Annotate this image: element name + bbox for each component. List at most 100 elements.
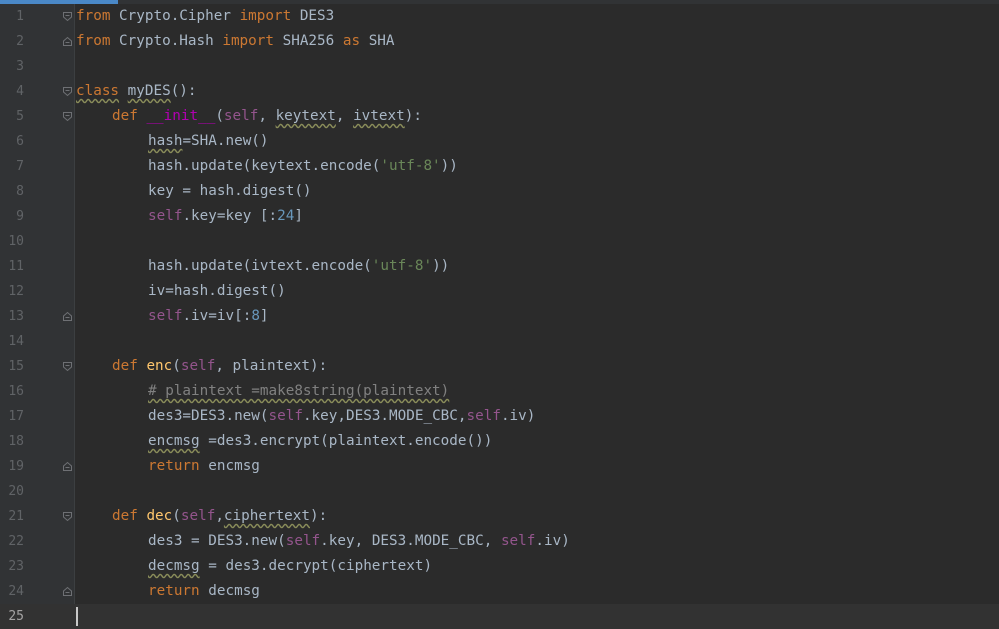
- code-token: 8: [251, 308, 260, 324]
- code-token: self: [148, 308, 183, 324]
- code-text[interactable]: encmsg =des3.encrypt(plaintext.encode()): [148, 429, 492, 454]
- code-line[interactable]: 12 iv=hash.digest(): [0, 279, 999, 304]
- code-token: [:: [259, 208, 278, 224]
- code-token: .iv): [535, 533, 570, 549]
- code-token: ,: [258, 108, 276, 124]
- code-text[interactable]: class myDES():: [76, 79, 197, 104]
- line-number: 7: [16, 159, 24, 174]
- code-token: 'utf-8': [371, 258, 433, 274]
- code-line[interactable]: 11 hash.update(ivtext.encode('utf-8')): [0, 254, 999, 279]
- code-text[interactable]: def enc(self, plaintext):: [112, 354, 327, 379]
- line-number: 4: [16, 84, 24, 99]
- line-number: 24: [8, 584, 24, 599]
- code-token: # plaintext =make8string(plaintext): [148, 383, 450, 399]
- code-token: 'utf-8': [380, 158, 441, 174]
- code-token: self: [268, 408, 303, 424]
- code-text[interactable]: def dec(self,ciphertext):: [112, 504, 327, 529]
- code-token: des3 = DES3.new(: [148, 533, 286, 549]
- code-token: import: [239, 8, 292, 24]
- code-line[interactable]: 24 return decmsg: [0, 579, 999, 604]
- fold-end-icon[interactable]: [62, 36, 73, 47]
- line-number: 9: [16, 209, 24, 224]
- code-token: des3=DES3.new(: [148, 408, 269, 424]
- code-token: hash.update(keytext.encode(: [148, 158, 381, 174]
- code-token: class: [76, 83, 120, 99]
- code-token: ciphertext: [223, 508, 310, 524]
- code-token: .iv=iv[:: [182, 308, 252, 324]
- code-line[interactable]: 22 des3 = DES3.new(self.key, DES3.MODE_CB…: [0, 529, 999, 554]
- fold-start-icon[interactable]: [62, 11, 73, 22]
- code-token: ]: [259, 308, 269, 324]
- code-text[interactable]: key = hash.digest(): [148, 179, 312, 204]
- fold-end-icon[interactable]: [62, 586, 73, 597]
- code-line[interactable]: 20: [0, 479, 999, 504]
- code-line[interactable]: 10: [0, 229, 999, 254]
- line-number: 1: [16, 9, 24, 24]
- code-text[interactable]: hash.update(ivtext.encode('utf-8')): [148, 254, 449, 279]
- code-text[interactable]: hash=SHA.new(): [148, 129, 269, 154]
- fold-end-icon[interactable]: [62, 311, 73, 322]
- code-token: DES3: [291, 8, 335, 24]
- code-token: =des3.encrypt(plaintext.encode()): [199, 433, 493, 449]
- code-token: from: [76, 8, 111, 24]
- line-number: 25: [8, 609, 24, 624]
- code-token: (: [215, 108, 224, 124]
- code-token: def: [112, 358, 138, 374]
- code-token: ):: [310, 508, 328, 524]
- code-line[interactable]: 23 decmsg = des3.decrypt(ciphertext): [0, 554, 999, 579]
- code-text[interactable]: def __init__(self, keytext, ivtext):: [112, 104, 422, 129]
- code-line[interactable]: 14: [0, 329, 999, 354]
- code-line[interactable]: 25: [0, 604, 999, 629]
- code-line[interactable]: 4 class myDES():: [0, 79, 999, 104]
- code-text[interactable]: # plaintext =make8string(plaintext): [148, 379, 449, 404]
- code-text[interactable]: self.iv=iv[:8]: [148, 304, 269, 329]
- code-text[interactable]: from Crypto.Cipher import DES3: [76, 4, 334, 29]
- code-line[interactable]: 9 self.key=key [:24]: [0, 204, 999, 229]
- code-line[interactable]: 1 from Crypto.Cipher import DES3: [0, 4, 999, 29]
- code-line[interactable]: 17 des3=DES3.new(self.key,DES3.MODE_CBC,s…: [0, 404, 999, 429]
- code-line[interactable]: 5 def __init__(self, keytext, ivtext):: [0, 104, 999, 129]
- code-text[interactable]: decmsg = des3.decrypt(ciphertext): [148, 554, 432, 579]
- code-text[interactable]: return decmsg: [148, 579, 260, 604]
- code-line[interactable]: 18 encmsg =des3.encrypt(plaintext.encode(…: [0, 429, 999, 454]
- code-text[interactable]: self.key=key [:24]: [148, 204, 303, 229]
- code-token: self: [500, 533, 536, 549]
- code-token: .key=key: [182, 208, 260, 224]
- code-text[interactable]: return encmsg: [148, 454, 260, 479]
- code-token: self: [180, 358, 216, 374]
- code-line[interactable]: 8 key = hash.digest(): [0, 179, 999, 204]
- code-line[interactable]: 13 self.iv=iv[:8]: [0, 304, 999, 329]
- line-number: 6: [16, 134, 24, 149]
- line-number: 21: [8, 509, 24, 524]
- line-number: 18: [8, 434, 24, 449]
- code-line[interactable]: 2 from Crypto.Hash import SHA256 as SHA: [0, 29, 999, 54]
- fold-start-icon[interactable]: [62, 511, 73, 522]
- fold-start-icon[interactable]: [62, 361, 73, 372]
- code-text[interactable]: from Crypto.Hash import SHA256 as SHA: [76, 29, 395, 54]
- code-token: )): [440, 158, 458, 174]
- code-text[interactable]: des3=DES3.new(self.key,DES3.MODE_CBC,sel…: [148, 404, 535, 429]
- line-number: 19: [8, 459, 24, 474]
- code-token: , plaintext):: [215, 358, 328, 374]
- code-line[interactable]: 6 hash=SHA.new(): [0, 129, 999, 154]
- fold-start-icon[interactable]: [62, 86, 73, 97]
- code-text[interactable]: hash.update(keytext.encode('utf-8')): [148, 154, 458, 179]
- code-line[interactable]: 3: [0, 54, 999, 79]
- line-number: 14: [8, 334, 24, 349]
- code-token: enc: [146, 358, 173, 374]
- code-token: __init__: [146, 108, 216, 124]
- code-token: ):: [404, 108, 422, 124]
- code-token: )): [432, 258, 450, 274]
- code-text[interactable]: des3 = DES3.new(self.key, DES3.MODE_CBC,…: [148, 529, 570, 554]
- code-line[interactable]: 7 hash.update(keytext.encode('utf-8')): [0, 154, 999, 179]
- code-token: def: [112, 508, 138, 524]
- code-line[interactable]: 19 return encmsg: [0, 454, 999, 479]
- line-number: 5: [16, 109, 24, 124]
- code-token: = des3.decrypt(ciphertext): [199, 558, 433, 574]
- fold-start-icon[interactable]: [62, 111, 73, 122]
- code-line[interactable]: 16 # plaintext =make8string(plaintext): [0, 379, 999, 404]
- code-line[interactable]: 21 def dec(self,ciphertext):: [0, 504, 999, 529]
- fold-end-icon[interactable]: [62, 461, 73, 472]
- code-line[interactable]: 15 def enc(self, plaintext):: [0, 354, 999, 379]
- code-text[interactable]: iv=hash.digest(): [148, 279, 286, 304]
